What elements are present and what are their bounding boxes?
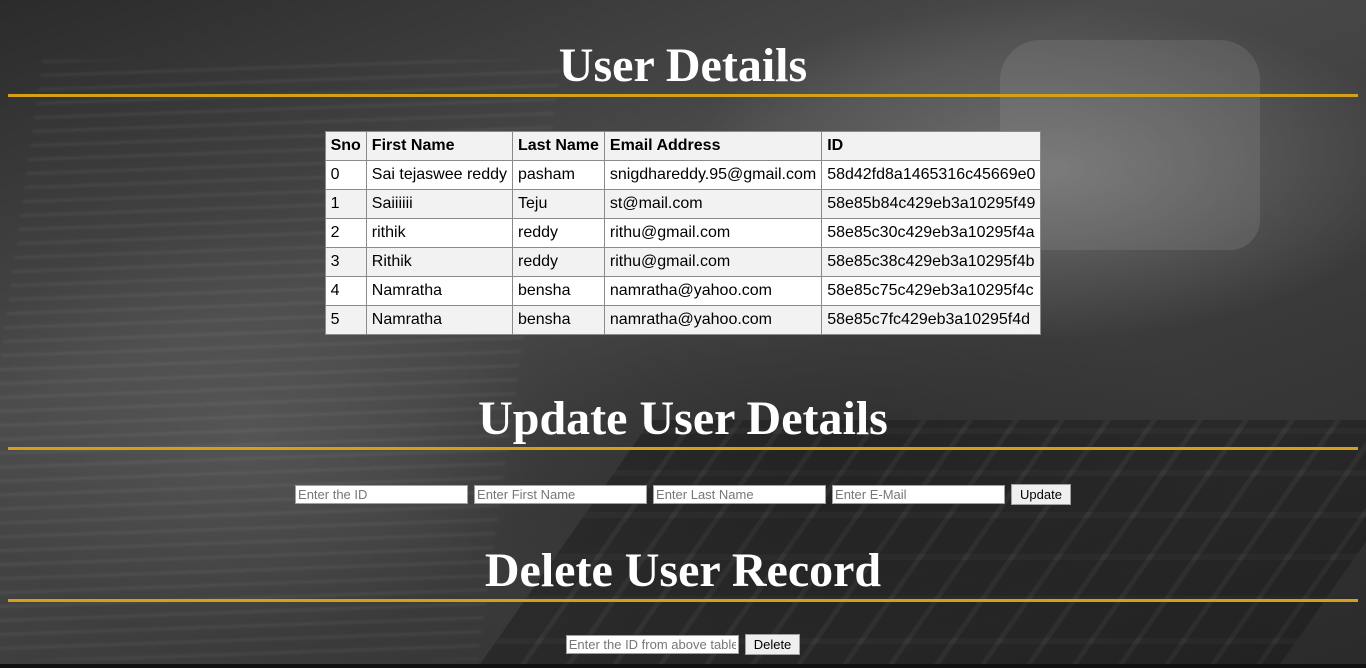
cell-last-name: pasham: [511, 160, 605, 190]
cell-last-name: bensha: [511, 305, 605, 335]
cell-sno: 2: [324, 218, 367, 248]
update-user-form: Update: [0, 484, 1366, 505]
cell-last-name: Teju: [511, 189, 605, 219]
page-content: User Details Sno First Name Last Name Em…: [0, 0, 1366, 655]
table-row: 2 rithik reddy rithu@gmail.com 58e85c30c…: [324, 218, 1042, 248]
column-header-first-name: First Name: [365, 131, 513, 161]
cell-sno: 4: [324, 276, 367, 306]
user-details-divider: [8, 94, 1358, 97]
delete-button[interactable]: Delete: [744, 634, 801, 655]
update-id-input[interactable]: [295, 485, 469, 504]
update-email-input[interactable]: [832, 485, 1006, 504]
delete-user-section: Delete User Record Delete: [0, 505, 1366, 655]
cell-first-name: Saiiiiii: [365, 189, 513, 219]
cell-first-name: Rithik: [365, 247, 513, 277]
cell-sno: 3: [324, 247, 367, 277]
bottom-strip: [0, 664, 1366, 668]
cell-last-name: reddy: [511, 247, 605, 277]
cell-last-name: bensha: [511, 276, 605, 306]
cell-first-name: Namratha: [365, 305, 513, 335]
update-user-divider: [8, 447, 1358, 450]
cell-email: namratha@yahoo.com: [603, 305, 823, 335]
user-table: Sno First Name Last Name Email Address I…: [324, 131, 1042, 335]
table-row: 1 Saiiiiii Teju st@mail.com 58e85b84c429…: [324, 189, 1042, 219]
cell-id: 58e85c38c429eb3a10295f4b: [821, 247, 1042, 277]
cell-id: 58e85c30c429eb3a10295f4a: [821, 218, 1042, 248]
cell-last-name: reddy: [511, 218, 605, 248]
user-details-title: User Details: [558, 39, 808, 92]
update-first-name-input[interactable]: [474, 485, 648, 504]
cell-first-name: rithik: [365, 218, 513, 248]
cell-first-name: Namratha: [365, 276, 513, 306]
cell-id: 58e85c7fc429eb3a10295f4d: [821, 305, 1042, 335]
cell-sno: 0: [324, 160, 367, 190]
update-last-name-input[interactable]: [653, 485, 827, 504]
update-user-title: Update User Details: [478, 392, 888, 445]
delete-user-divider: [8, 599, 1358, 602]
table-row: 5 Namratha bensha namratha@yahoo.com 58e…: [324, 305, 1042, 335]
column-header-sno: Sno: [324, 131, 367, 161]
cell-sno: 5: [324, 305, 367, 335]
table-header-row: Sno First Name Last Name Email Address I…: [324, 131, 1042, 161]
cell-email: st@mail.com: [603, 189, 823, 219]
cell-email: snigdhareddy.95@gmail.com: [603, 160, 823, 190]
update-button[interactable]: Update: [1011, 484, 1071, 505]
table-row: 0 Sai tejaswee reddy pasham snigdhareddy…: [324, 160, 1042, 190]
update-user-section: Update User Details Update: [0, 335, 1366, 505]
cell-email: rithu@gmail.com: [603, 218, 823, 248]
delete-id-input[interactable]: [565, 635, 739, 654]
delete-user-title: Delete User Record: [484, 544, 882, 597]
cell-email: namratha@yahoo.com: [603, 276, 823, 306]
column-header-email: Email Address: [603, 131, 823, 161]
column-header-id: ID: [821, 131, 1042, 161]
delete-user-form: Delete: [0, 634, 1366, 655]
cell-email: rithu@gmail.com: [603, 247, 823, 277]
cell-first-name: Sai tejaswee reddy: [365, 160, 513, 190]
user-table-wrapper: Sno First Name Last Name Email Address I…: [0, 131, 1366, 335]
table-row: 3 Rithik reddy rithu@gmail.com 58e85c38c…: [324, 247, 1042, 277]
cell-sno: 1: [324, 189, 367, 219]
cell-id: 58e85b84c429eb3a10295f49: [821, 189, 1042, 219]
cell-id: 58e85c75c429eb3a10295f4c: [821, 276, 1042, 306]
table-row: 4 Namratha bensha namratha@yahoo.com 58e…: [324, 276, 1042, 306]
cell-id: 58d42fd8a1465316c45669e0: [821, 160, 1042, 190]
user-details-section: User Details Sno First Name Last Name Em…: [0, 0, 1366, 335]
column-header-last-name: Last Name: [511, 131, 605, 161]
